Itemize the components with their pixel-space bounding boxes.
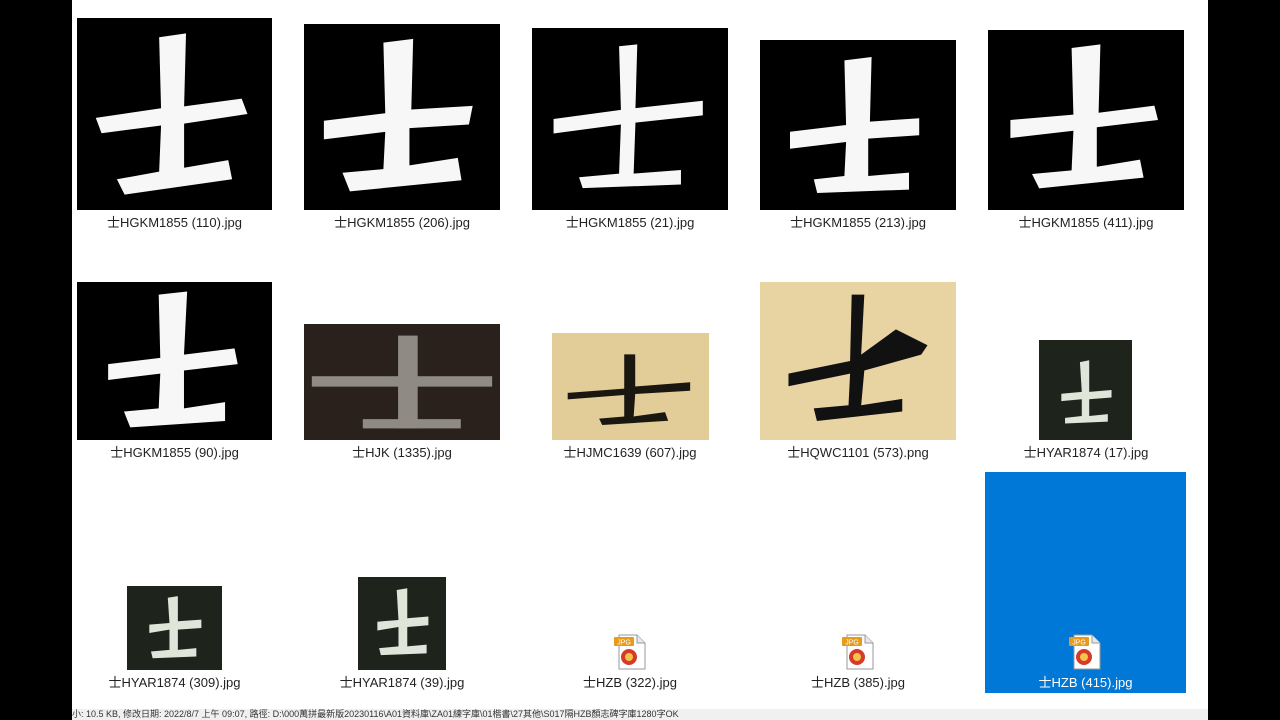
file-name: 士HJK (1335).jpg bbox=[352, 445, 452, 460]
file-name: 士HGKM1855 (110).jpg bbox=[107, 215, 242, 230]
character-shi-glyph bbox=[790, 57, 920, 193]
thumbnail-image bbox=[760, 40, 956, 210]
character-shi-glyph bbox=[1010, 44, 1158, 189]
file-name: 士HYAR1874 (17).jpg bbox=[1023, 445, 1149, 460]
character-shi-glyph bbox=[108, 291, 238, 428]
jpg-file-icon: JPG bbox=[1068, 634, 1102, 670]
thumbnail-image bbox=[760, 282, 956, 440]
file-name: 士HGKM1855 (90).jpg bbox=[110, 445, 239, 460]
thumbnail-image bbox=[304, 324, 500, 440]
character-shi-glyph bbox=[567, 354, 691, 426]
jpg-file-icon-graphic: JPG bbox=[614, 634, 646, 670]
thumbnail-image bbox=[304, 24, 500, 210]
character-shi-glyph bbox=[323, 38, 473, 192]
svg-text:JPG: JPG bbox=[1072, 640, 1086, 647]
thumbnail-image bbox=[1039, 340, 1132, 440]
character-shi-glyph bbox=[95, 33, 248, 195]
thumbnail-image bbox=[358, 577, 446, 670]
character-shi-glyph bbox=[311, 335, 493, 429]
character-shi-glyph bbox=[149, 596, 202, 659]
thumbnail-image bbox=[77, 282, 272, 440]
svg-text:JPG: JPG bbox=[845, 640, 859, 647]
jpg-file-icon: JPG bbox=[841, 634, 875, 670]
file-name: 士HGKM1855 (206).jpg bbox=[334, 215, 470, 230]
thumbnail-image bbox=[988, 30, 1184, 210]
character-shi-glyph bbox=[788, 294, 928, 422]
status-bar: 小: 10.5 KB, 修改日期: 2022/8/7 上午 09:07, 路徑:… bbox=[72, 709, 1208, 720]
jpg-file-icon: JPG bbox=[613, 634, 647, 670]
jpg-file-icon-graphic: JPG bbox=[842, 634, 874, 670]
jpg-file-icon-graphic: JPG bbox=[1069, 634, 1101, 670]
thumbnail-image bbox=[127, 586, 222, 670]
file-name: 士HGKM1855 (213).jpg bbox=[790, 215, 926, 230]
thumbnail-image bbox=[552, 333, 709, 440]
character-shi-glyph bbox=[553, 44, 703, 189]
file-name: 士HZB (322).jpg bbox=[583, 675, 677, 690]
file-name: 士HGKM1855 (21).jpg bbox=[565, 215, 695, 230]
character-shi-glyph bbox=[377, 588, 429, 656]
file-name: 士HQWC1101 (573).png bbox=[787, 445, 929, 460]
file-name: 士HJMC1639 (607).jpg bbox=[563, 445, 697, 460]
character-shi-glyph bbox=[1061, 360, 1112, 424]
thumbnail-image bbox=[77, 18, 272, 210]
file-name: 士HYAR1874 (309).jpg bbox=[108, 675, 241, 690]
svg-text:JPG: JPG bbox=[617, 640, 631, 647]
file-name: 士HZB (385).jpg bbox=[811, 675, 905, 690]
file-name: 士HYAR1874 (39).jpg bbox=[339, 675, 465, 690]
file-name: 士HZB (415).jpg bbox=[1038, 675, 1133, 690]
thumbnail-image bbox=[532, 28, 728, 210]
file-explorer-view: 士HGKM1855 (110).jpg 士HGKM1855 (206).jpg … bbox=[72, 0, 1208, 720]
file-name: 士HGKM1855 (411).jpg bbox=[1018, 215, 1154, 230]
